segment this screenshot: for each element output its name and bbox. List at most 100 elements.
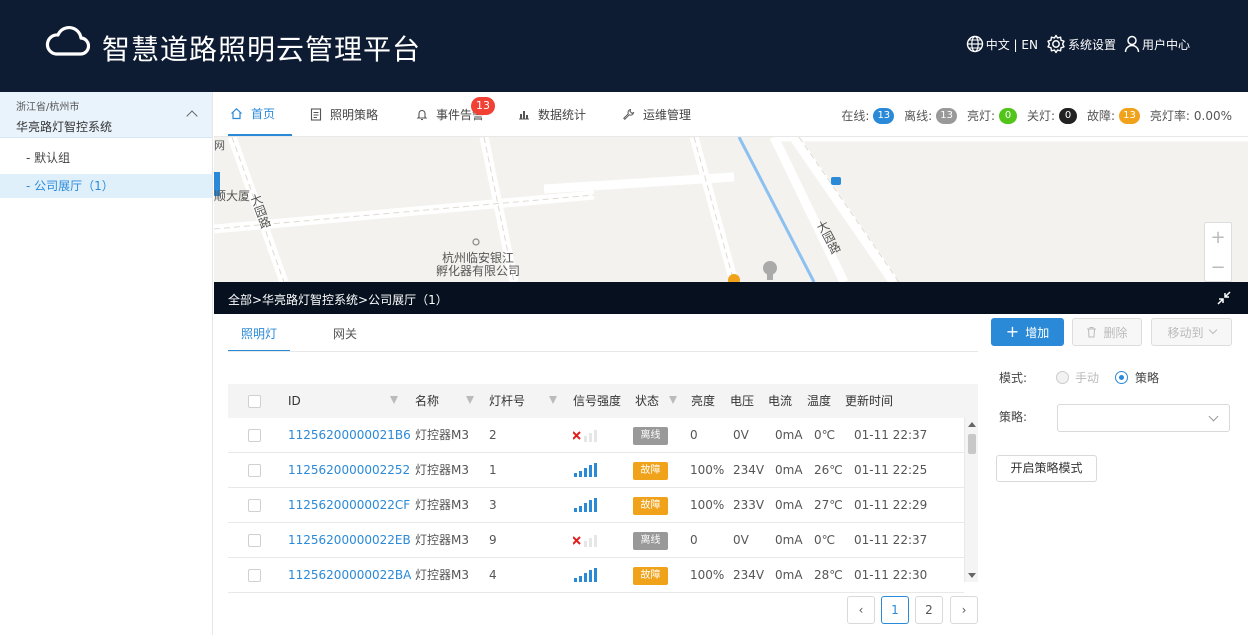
row-checkbox[interactable]	[248, 464, 261, 477]
move-to-dropdown[interactable]: 移动到	[1151, 318, 1232, 346]
filter-icon[interactable]	[466, 396, 474, 404]
current-value: 0mA	[775, 428, 803, 442]
delete-button[interactable]: 删除	[1072, 318, 1142, 346]
table-header: ID 名称 灯杆号 信号强度 状态 亮度 电压 电流 温度 更新时间	[228, 384, 978, 418]
collapse-arrows-icon[interactable]	[1216, 290, 1232, 306]
update-time-value: 01-11 22:30	[854, 568, 928, 582]
page-1-button[interactable]: 1	[881, 596, 909, 624]
filter-icon[interactable]	[669, 396, 677, 404]
column-pole[interactable]: 灯杆号	[489, 384, 525, 418]
breadcrumb[interactable]: 全部>华亮路灯智控系统>公司展厅（1）	[228, 291, 448, 308]
device-id-link[interactable]: 11256200000022BA	[288, 558, 411, 592]
row-checkbox[interactable]	[248, 534, 261, 547]
tab-lights[interactable]: 照明灯	[228, 318, 291, 352]
row-checkbox[interactable]	[248, 429, 261, 442]
voltage-value: 0V	[733, 428, 749, 442]
table-row[interactable]: 11256200000022BA 灯控器M3 4 100% 234V 0mA 28℃ 01-1…	[228, 558, 964, 593]
current-value: 0mA	[775, 463, 803, 477]
column-temperature[interactable]: 温度	[807, 384, 831, 418]
globe-icon	[966, 35, 983, 53]
system-settings-link[interactable]: 系统设置	[1046, 34, 1116, 54]
filter-icon[interactable]	[549, 396, 557, 404]
temperature-value: 27℃	[814, 498, 843, 512]
strategy-label: 策略:	[999, 410, 1028, 424]
divider	[228, 351, 978, 352]
zoom-in-button[interactable]: +	[1205, 223, 1231, 253]
device-name: 灯控器M3	[415, 533, 469, 547]
tab-home[interactable]: 首页	[228, 92, 292, 136]
next-page-button[interactable]: ›	[950, 596, 978, 624]
map-view[interactable]: 网 顺大厦 大园路 大园路 杭州临安银江 孵化器有限公司 + −	[214, 137, 1248, 282]
strategy-select[interactable]	[1057, 404, 1230, 432]
device-id-link[interactable]: 1125620000002252	[288, 453, 410, 487]
device-id-link[interactable]: 11256200000022CF	[288, 488, 410, 522]
chevron-up-icon[interactable]	[186, 110, 198, 122]
manual-mode-label[interactable]: 手动	[1075, 369, 1099, 386]
home-icon	[231, 107, 242, 119]
sidebar-item-company-showroom[interactable]: - 公司展厅（1）	[0, 174, 212, 198]
map-roads	[214, 137, 1248, 282]
add-button[interactable]: + 增加	[991, 318, 1064, 346]
light-rate-value: 0.00%	[1193, 108, 1232, 123]
map-label: 孵化器有限公司	[436, 264, 521, 278]
manual-mode-radio[interactable]	[1056, 371, 1069, 384]
language-switch[interactable]: 中文 | EN	[966, 35, 1038, 53]
strategy-mode-label[interactable]: 策略	[1135, 369, 1159, 386]
prev-page-button[interactable]: ‹	[847, 596, 875, 624]
tab-maintenance[interactable]: 运维管理	[622, 92, 691, 136]
table-row[interactable]: 11256200000021B6 灯控器M3 2 0 0V 0mA 0℃ 01-11 22:3…	[228, 418, 964, 453]
brightness-value: 0	[690, 533, 698, 547]
table-row[interactable]: 11256200000022CF 灯控器M3 3 100% 233V 0mA 27℃ 01-1…	[228, 488, 964, 523]
chevron-down-icon	[1208, 411, 1219, 422]
map-label: 网	[214, 139, 225, 152]
zoom-out-button[interactable]: −	[1205, 253, 1231, 282]
strategy-mode-radio[interactable]	[1115, 371, 1128, 384]
status-badge: 故障	[633, 567, 668, 585]
column-brightness[interactable]: 亮度	[691, 384, 715, 418]
page-2-button[interactable]: 2	[915, 596, 943, 624]
tab-lighting-strategy[interactable]: 照明策略	[310, 92, 378, 136]
column-update-time[interactable]: 更新时间	[845, 384, 893, 418]
delete-button-label: 删除	[1103, 325, 1128, 340]
scroll-down-icon[interactable]	[968, 573, 976, 578]
row-checkbox[interactable]	[248, 499, 261, 512]
tab-data-statistics[interactable]: 数据统计	[518, 92, 586, 136]
current-value: 0mA	[775, 498, 803, 512]
column-name[interactable]: 名称	[415, 384, 439, 418]
tab-data-statistics-label: 数据统计	[538, 107, 587, 122]
enable-strategy-mode-button[interactable]: 开启策略模式	[996, 455, 1097, 482]
filter-icon[interactable]	[390, 396, 398, 404]
user-center-link[interactable]: 用户中心	[1124, 35, 1190, 53]
region-label: 浙江省/杭州市	[16, 102, 80, 113]
table-row[interactable]: 11256200000022EB 灯控器M3 9 0 0V 0mA 0℃ 01-11 22:3…	[228, 523, 964, 558]
language-label: 中文 | EN	[985, 37, 1038, 52]
breadcrumb-bar: 全部>华亮路灯智控系统>公司展厅（1）	[214, 282, 1248, 314]
table-row[interactable]: 1125620000002252 灯控器M3 1 100% 234V 0mA 26℃ 01-1…	[228, 453, 964, 488]
scroll-thumb[interactable]	[968, 434, 976, 454]
column-state[interactable]: 状态	[635, 384, 659, 418]
select-all-checkbox[interactable]	[248, 395, 261, 408]
add-button-label: 增加	[1025, 325, 1050, 340]
document-icon	[310, 107, 322, 121]
wrench-icon	[623, 108, 635, 120]
pole-number: 1	[489, 463, 497, 477]
column-signal[interactable]: 信号强度	[573, 384, 621, 418]
gear-icon	[1047, 34, 1065, 54]
row-checkbox[interactable]	[248, 569, 261, 582]
column-voltage[interactable]: 电压	[730, 384, 754, 418]
chevron-down-icon	[1208, 325, 1217, 335]
offline-count-badge: 13	[936, 107, 957, 124]
device-id-link[interactable]: 11256200000021B6	[288, 418, 411, 452]
device-id-link[interactable]: 11256200000022EB	[288, 523, 411, 557]
sidebar-system-selector[interactable]: 浙江省/杭州市 华亮路灯智控系统	[0, 92, 212, 138]
sidebar-item-default-group[interactable]: - 默认组	[0, 146, 212, 170]
column-id[interactable]: ID	[288, 384, 301, 418]
tab-gateway[interactable]: 网关	[333, 318, 357, 352]
scroll-up-icon[interactable]	[968, 422, 976, 427]
table-scrollbar[interactable]	[964, 418, 978, 582]
bar-chart-icon	[519, 111, 529, 120]
column-current[interactable]: 电流	[768, 384, 792, 418]
temperature-value: 0℃	[814, 533, 836, 547]
system-name: 华亮路灯智控系统	[16, 120, 113, 134]
device-name: 灯控器M3	[415, 498, 469, 512]
